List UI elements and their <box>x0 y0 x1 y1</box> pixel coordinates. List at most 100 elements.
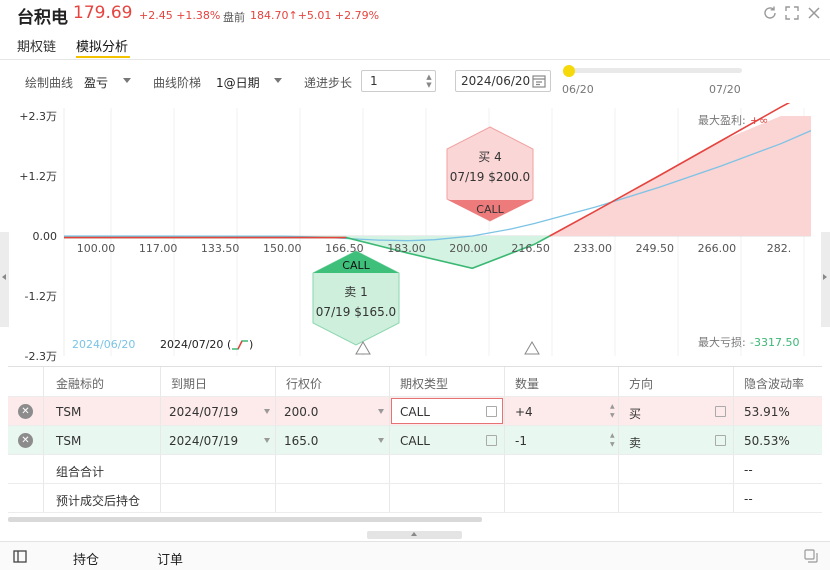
table-row: ✕ TSM 2024/07/19 165.0 CALL -1 ▲ ▼ 卖 50.53… <box>8 426 822 455</box>
stock-price: 179.69 <box>73 3 133 23</box>
x-tick-label: 117.00 <box>139 242 178 255</box>
profit-loss-chart[interactable]: +2.3万 +1.2万 0.00 -1.2万 -2.3万 100.00 117.00 133… <box>0 103 830 365</box>
legend-expiry-date: 2024/07/20 <box>160 338 223 351</box>
curve-label: 绘制曲线 <box>25 76 74 90</box>
buy-marker[interactable]: 买 4 07/19 $200.0 CALL <box>446 126 534 222</box>
title-bar: 台积电 179.69 +2.45 +1.38% 盘前 184.70↑+5.01 … <box>0 0 830 30</box>
expand-icon[interactable] <box>784 5 800 21</box>
list-icon[interactable] <box>486 435 497 446</box>
panel-collapse-handle[interactable] <box>367 531 462 539</box>
buy-marker-detail: 07/19 $200.0 <box>450 170 530 184</box>
stepper-arrows-icon[interactable]: ▲ ▼ <box>610 431 615 449</box>
premarket-value: 184.70↑+5.01 +2.79% <box>250 9 380 22</box>
slider-end-label: 07/20 <box>709 83 741 96</box>
x-tick-label: 249.50 <box>636 242 675 255</box>
x-tick-label: 133.50 <box>201 242 240 255</box>
tab-bar: 期权链 模拟分析 <box>0 30 830 60</box>
total-iv: -- <box>744 463 753 477</box>
close-icon[interactable] <box>806 5 822 21</box>
y-tick-label: -2.3万 <box>25 350 57 363</box>
post-trade-iv: -- <box>744 492 753 506</box>
buy-marker-tag: CALL <box>476 203 504 216</box>
x-tick-label: 216.50 <box>511 242 550 255</box>
chevron-down-icon[interactable] <box>378 438 384 443</box>
step-label: 曲线阶梯 <box>153 76 202 90</box>
leg-quantity[interactable]: -1 ▲ ▼ <box>505 426 619 454</box>
date-picker[interactable]: 2024/06/20 <box>455 70 551 92</box>
x-tick-label: 100.00 <box>77 242 116 255</box>
total-label: 组合合计 <box>44 455 161 483</box>
panel-toggle-icon[interactable] <box>13 550 27 566</box>
table-header: 金融标的 到期日 行权价 期权类型 数量 方向 隐含波动率 <box>8 367 822 397</box>
chevron-down-icon[interactable] <box>264 438 270 443</box>
max-loss-value: -3317.50 <box>750 336 799 349</box>
tab-simulation[interactable]: 模拟分析 <box>76 36 128 55</box>
y-axis: +2.3万 +1.2万 0.00 -1.2万 -2.3万 <box>19 110 57 363</box>
svg-text:): ) <box>249 338 253 351</box>
chevron-down-icon[interactable] <box>378 409 384 414</box>
legend-expiry-icon: ( ) <box>227 338 253 351</box>
y-tick-label: +1.2万 <box>19 170 57 183</box>
step-select[interactable]: 1@日期 <box>216 74 260 91</box>
stepper-arrows-icon[interactable]: ▲ ▼ <box>610 402 615 420</box>
max-profit-label: 最大盈利: <box>698 113 746 127</box>
curve-select[interactable]: 盈亏 <box>84 74 108 91</box>
legs-table: 金融标的 到期日 行权价 期权类型 数量 方向 隐含波动率 ✕ TSM 2024… <box>8 366 822 513</box>
leg-type[interactable]: CALL <box>390 397 505 425</box>
leg-strike[interactable]: 165.0 <box>276 426 390 454</box>
date-slider-track[interactable] <box>565 68 742 73</box>
max-profit-value: +∞ <box>750 114 768 127</box>
strike-triangle-icon[interactable] <box>524 341 540 355</box>
stock-name: 台积电 <box>17 8 68 28</box>
leg-direction[interactable]: 买 <box>619 397 734 425</box>
stepper-arrows-icon[interactable]: ▲ ▼ <box>425 73 433 89</box>
sell-marker-detail: 07/19 $165.0 <box>316 305 396 319</box>
col-strike: 行权价 <box>276 367 390 396</box>
stock-change: +2.45 +1.38% <box>139 9 221 22</box>
list-icon[interactable] <box>715 435 726 446</box>
x-tick-label: 233.00 <box>573 242 612 255</box>
buy-marker-title: 买 4 <box>478 150 501 164</box>
sell-marker[interactable]: CALL 卖 1 07/19 $165.0 <box>312 250 400 346</box>
col-option-type: 期权类型 <box>390 367 505 396</box>
leg-iv: 53.91% <box>744 405 790 419</box>
horizontal-scrollbar[interactable] <box>8 517 482 522</box>
legend-current-date: 2024/06/20 <box>72 338 135 351</box>
orders-tab[interactable]: 订单 <box>157 549 183 568</box>
leg-direction[interactable]: 卖 <box>619 426 734 454</box>
leg-expiry[interactable]: 2024/07/19 <box>161 397 276 425</box>
sell-marker-title: 卖 1 <box>344 285 367 299</box>
calendar-icon[interactable] <box>532 74 546 91</box>
col-iv: 隐含波动率 <box>744 377 805 391</box>
post-trade-label: 预计成交后持仓 <box>44 484 161 512</box>
chevron-up-icon <box>411 532 417 536</box>
list-icon[interactable] <box>486 406 497 417</box>
increment-stepper[interactable]: 1 ▲ ▼ <box>361 70 436 92</box>
date-value[interactable]: 2024/06/20 <box>461 74 530 88</box>
window-controls <box>762 5 822 21</box>
increment-value[interactable]: 1 <box>370 74 378 88</box>
leg-strike[interactable]: 200.0 <box>276 397 390 425</box>
col-quantity: 数量 <box>505 367 619 396</box>
remove-leg-icon[interactable]: ✕ <box>18 433 33 448</box>
x-tick-label: 200.00 <box>449 242 488 255</box>
list-icon[interactable] <box>715 406 726 417</box>
y-tick-label: -1.2万 <box>25 290 57 303</box>
y-tick-label: 0.00 <box>33 230 58 243</box>
copy-icon[interactable] <box>804 549 818 566</box>
x-tick-label: 183.00 <box>387 242 426 255</box>
chevron-down-icon[interactable] <box>264 409 270 414</box>
x-tick-label: 282. <box>767 242 792 255</box>
leg-type[interactable]: CALL <box>390 426 505 454</box>
positions-tab[interactable]: 持仓 <box>73 549 99 568</box>
chevron-down-icon[interactable] <box>274 78 282 83</box>
date-slider-handle[interactable] <box>563 65 575 77</box>
leg-quantity[interactable]: +4 ▲ ▼ <box>505 397 619 425</box>
leg-symbol: TSM <box>44 426 161 454</box>
tab-option-chain[interactable]: 期权链 <box>17 36 56 55</box>
chevron-down-icon[interactable] <box>123 78 131 83</box>
refresh-icon[interactable] <box>762 5 778 21</box>
leg-expiry[interactable]: 2024/07/19 <box>161 426 276 454</box>
table-row: ✕ TSM 2024/07/19 200.0 CALL +4 ▲ ▼ 买 53.91… <box>8 397 822 426</box>
remove-leg-icon[interactable]: ✕ <box>18 404 33 419</box>
